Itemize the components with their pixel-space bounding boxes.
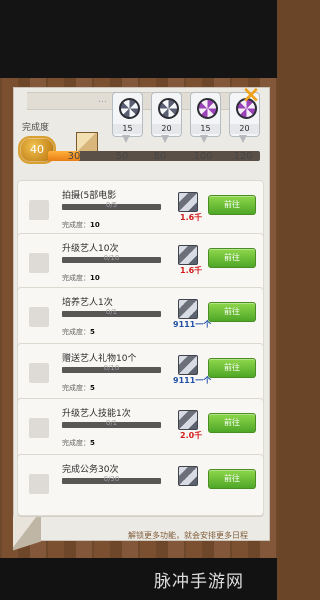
- task-points: 完成度：5: [62, 438, 95, 448]
- task-points-value: 10: [90, 274, 100, 282]
- go-button[interactable]: 前往: [208, 469, 256, 489]
- milestone-label-2: 50: [115, 151, 129, 162]
- task-points-value: 5: [90, 439, 95, 447]
- task-title: 培养艺人1次: [62, 298, 113, 308]
- milestone-label-3: 80: [153, 151, 167, 162]
- chest-count: 15: [191, 124, 220, 134]
- task-progress-count: 0/30: [103, 475, 120, 483]
- task-card: 赠送艺人礼物10个 0/10 完成度：5 9111一个 前往: [17, 343, 264, 405]
- reward-ticket-icon: [178, 299, 198, 319]
- reward-chest-2[interactable]: 20: [151, 92, 182, 137]
- milestone-label-1: 30: [67, 151, 81, 162]
- reward-ticket-icon: [178, 245, 198, 265]
- task-progress-count: 0/1: [105, 419, 118, 427]
- task-title: 完成公务30次: [62, 465, 119, 475]
- task-points: 完成度：5: [62, 383, 95, 393]
- task-points-value: 10: [90, 221, 100, 229]
- task-points-label: 完成度：: [62, 384, 90, 392]
- task-checkbox[interactable]: [29, 307, 49, 327]
- task-progress-count: 0/1: [105, 308, 118, 316]
- close-icon[interactable]: ×: [240, 84, 262, 107]
- task-points: 完成度：10: [62, 220, 100, 230]
- reward-amount: 9111一个: [173, 376, 212, 385]
- task-title: 赠送艺人礼物10个: [62, 354, 137, 364]
- box-icon: [76, 132, 98, 152]
- task-title: 升级艺人10次: [62, 244, 119, 254]
- task-points-label: 完成度：: [62, 439, 90, 447]
- go-button[interactable]: 前往: [208, 413, 256, 433]
- reward-amount: 2.0千: [180, 431, 203, 440]
- chest-count: 15: [113, 124, 142, 134]
- task-progress-count: 0/10: [103, 254, 120, 262]
- reward-amount: 1.6千: [180, 213, 203, 222]
- chest-count: 20: [152, 124, 181, 134]
- task-progress-count: 0/10: [103, 364, 120, 372]
- reward-ticket-icon: [178, 410, 198, 430]
- milestone-label-5: 120: [233, 151, 253, 162]
- task-title: 升级艺人技能1次: [62, 409, 131, 419]
- task-card: 升级艺人10次 0/10 完成度：10 1.6千 前往: [17, 233, 264, 295]
- partial-title: …: [98, 95, 107, 105]
- task-points-label: 完成度：: [62, 274, 90, 282]
- reward-ticket-icon: [178, 466, 198, 486]
- go-button[interactable]: 前往: [208, 302, 256, 322]
- reward-wheel-icon: [158, 98, 179, 119]
- task-points: 完成度：5: [62, 327, 95, 337]
- watermark: 脉冲手游网: [154, 572, 244, 592]
- reward-chest-1[interactable]: 15: [112, 92, 143, 137]
- footer-hint: 解锁更多功能，就会安排更多日程: [128, 531, 248, 540]
- task-checkbox[interactable]: [29, 200, 49, 220]
- reward-wheel-icon: [119, 98, 140, 119]
- go-button[interactable]: 前往: [208, 195, 256, 215]
- go-button[interactable]: 前往: [208, 358, 256, 378]
- reward-amount: 1.6千: [180, 266, 203, 275]
- task-title: 拍摄(5部电影: [62, 191, 117, 201]
- task-points-label: 完成度：: [62, 328, 90, 336]
- chest-count: 20: [230, 124, 259, 134]
- reward-ticket-icon: [178, 355, 198, 375]
- task-points-value: 5: [90, 384, 95, 392]
- reward-wheel-icon: [197, 98, 218, 119]
- task-checkbox[interactable]: [29, 363, 49, 383]
- task-card: 升级艺人技能1次 0/1 完成度：5 2.0千 前往: [17, 398, 264, 460]
- milestone-label-4: 100: [193, 151, 213, 162]
- task-points: 完成度：10: [62, 273, 100, 283]
- progress-label: 完成度: [22, 123, 50, 133]
- reward-chest-3[interactable]: 15: [190, 92, 221, 137]
- task-checkbox[interactable]: [29, 474, 49, 494]
- go-button[interactable]: 前往: [208, 248, 256, 268]
- reward-ticket-icon: [178, 192, 198, 212]
- task-progress-count: 0/5: [105, 201, 118, 209]
- task-checkbox[interactable]: [29, 418, 49, 438]
- task-card: 完成公务30次 0/30 前往: [17, 454, 264, 516]
- task-points-label: 完成度：: [62, 221, 90, 229]
- top-black-bar: [0, 0, 277, 78]
- task-points-value: 5: [90, 328, 95, 336]
- task-card: 培养艺人1次 0/1 完成度：5 9111一个 前往: [17, 287, 264, 349]
- task-checkbox[interactable]: [29, 253, 49, 273]
- reward-amount: 9111一个: [173, 320, 212, 329]
